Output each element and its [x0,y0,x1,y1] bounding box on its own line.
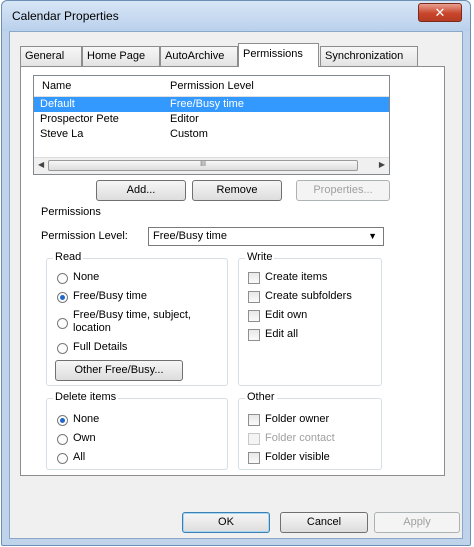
edit-own-checkbox[interactable] [248,310,260,322]
permission-level-dropdown[interactable]: Free/Busy time ▼ [148,227,384,246]
tab-label: Synchronization [325,50,404,62]
title-bar[interactable]: Calendar Properties ✕ [2,1,470,31]
permission-level-value: Free/Busy time [153,230,227,242]
create-items-checkbox[interactable] [248,272,260,284]
folder-contact-label: Folder contact [265,432,335,444]
close-button[interactable]: ✕ [418,3,462,22]
read-group-title: Read [53,251,84,263]
tab-label: General [25,50,65,62]
apply-button[interactable]: Apply [374,512,460,533]
delete-none-label: None [73,413,100,425]
scroll-thumb[interactable]: III [48,160,358,171]
window-title: Calendar Properties [12,9,119,23]
create-subfolders-checkbox[interactable] [248,291,260,303]
list-item[interactable]: Steve La Custom [34,127,389,142]
read-full-details-radio[interactable] [57,343,68,354]
button-label: Apply [403,516,431,528]
delete-own-label: Own [73,432,96,444]
properties-button[interactable]: Properties... [296,180,390,201]
close-icon: ✕ [434,5,446,20]
folder-visible-checkbox[interactable] [248,452,260,464]
list-item[interactable]: Prospector Pete Editor [34,112,389,127]
tab-synchronization[interactable]: Synchronization [320,46,418,66]
list-item-name: Prospector Pete [40,113,119,125]
tab-label: AutoArchive [165,50,225,62]
column-header-permission-level[interactable]: Permission Level [170,80,254,92]
edit-all-checkbox[interactable] [248,329,260,341]
create-items-label: Create items [265,271,328,283]
list-item-level: Free/Busy time [170,98,244,110]
permissions-list[interactable]: Name Permission Level Default Free/Busy … [33,75,390,175]
tab-label: Home Page [87,50,146,62]
write-group-title: Write [245,251,275,263]
delete-items-group-title: Delete items [53,391,119,403]
horizontal-scrollbar[interactable]: ◀ III ▶ [34,157,389,174]
add-button[interactable]: Add... [96,180,186,201]
permission-level-label: Permission Level: [41,230,128,242]
scroll-grip-icon: III [200,161,206,168]
delete-own-radio[interactable] [57,434,68,445]
other-free-busy-button[interactable]: Other Free/Busy... [55,360,183,381]
read-none-radio[interactable] [57,273,68,284]
remove-button[interactable]: Remove [192,180,282,201]
delete-all-radio[interactable] [57,453,68,464]
scroll-right-icon[interactable]: ▶ [379,160,385,169]
delete-none-radio[interactable] [57,415,68,426]
delete-all-label: All [73,451,86,463]
edit-own-label: Edit own [265,309,308,321]
read-full-details-label: Full Details [73,341,128,353]
tab-permissions[interactable]: Permissions [238,43,319,67]
read-free-busy-radio[interactable] [57,292,68,303]
tab-home-page[interactable]: Home Page [82,46,160,66]
list-item-level: Custom [170,128,208,140]
button-label: Remove [216,184,258,196]
read-free-busy-subject-label: Free/Busy time, subject, [73,309,191,321]
list-item-name: Default [40,98,75,110]
list-item-level: Editor [170,113,199,125]
folder-contact-checkbox[interactable] [248,433,260,445]
permissions-section-title: Permissions [41,206,101,218]
list-header: Name Permission Level [34,76,389,97]
scroll-left-icon[interactable]: ◀ [38,160,44,169]
other-group-title: Other [245,391,277,403]
button-label: Other Free/Busy... [74,364,164,376]
tab-general[interactable]: General [20,46,82,66]
list-item-name: Steve La [40,128,84,140]
list-item[interactable]: Default Free/Busy time [34,97,389,112]
button-label: Properties... [313,184,373,196]
read-free-busy-subject-radio[interactable] [57,318,68,329]
read-free-busy-label: Free/Busy time [73,290,147,302]
tab-label: Permissions [243,48,303,60]
read-free-busy-subject-label-line2: location [73,322,111,334]
folder-visible-label: Folder visible [265,451,330,463]
read-none-label: None [73,271,100,283]
button-label: OK [218,516,234,528]
button-label: Add... [126,184,156,196]
folder-owner-label: Folder owner [265,413,330,425]
edit-all-label: Edit all [265,328,299,340]
folder-owner-checkbox[interactable] [248,414,260,426]
cancel-button[interactable]: Cancel [280,512,368,533]
ok-button[interactable]: OK [182,512,270,533]
button-label: Cancel [306,516,342,528]
chevron-down-icon: ▼ [368,231,377,241]
create-subfolders-label: Create subfolders [265,290,352,302]
tab-autoarchive[interactable]: AutoArchive [160,46,238,66]
column-header-name[interactable]: Name [42,80,71,92]
